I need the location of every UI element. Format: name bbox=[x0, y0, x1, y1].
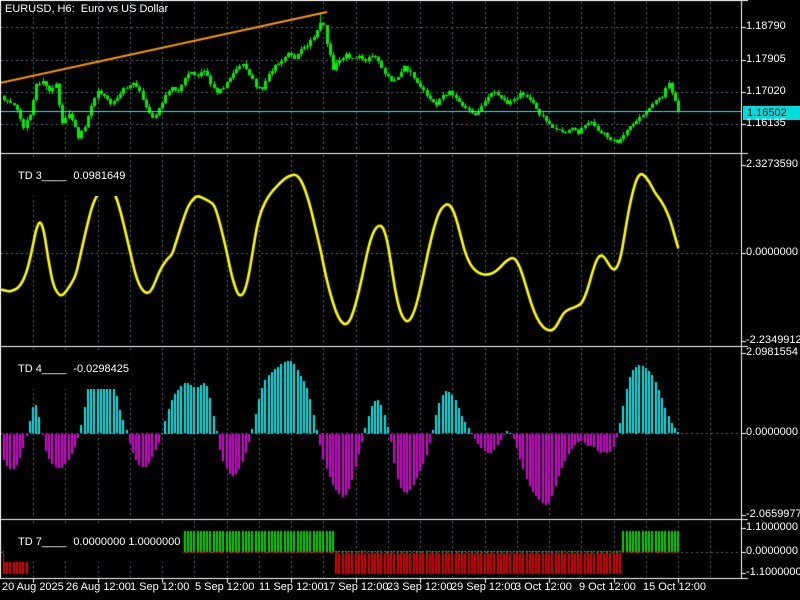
td3-indicator-name: TD 3____ bbox=[18, 170, 67, 182]
time-axis-label: 9 Oct 12:00 bbox=[579, 581, 636, 593]
td4-scale-label: 2.0981554 bbox=[746, 346, 798, 358]
time-axis-label: 5 Sep 12:00 bbox=[195, 581, 255, 593]
td4-indicator-label: TD 4____ -0.0298425 bbox=[4, 350, 132, 389]
td7-scale-label: 0.0000000 bbox=[746, 545, 798, 557]
td7-scale-label: -1.1000000 bbox=[746, 566, 800, 578]
time-axis-label: 26 Aug 12:00 bbox=[66, 581, 131, 593]
time-axis-label: 3 Oct 12:00 bbox=[515, 581, 572, 593]
chart-window: EURUSD, H6: Euro vs US Dollar TD 3____ 0.… bbox=[0, 0, 800, 600]
td4-indicator-value: -0.0298425 bbox=[73, 363, 130, 375]
price-scale-label: 1.16135 bbox=[746, 117, 786, 129]
td7-indicator-label: TD 7____ 0.0000000 1.0000000 bbox=[4, 523, 183, 562]
time-axis-label: 15 Oct 12:00 bbox=[643, 581, 706, 593]
td4-indicator-name: TD 4____ bbox=[18, 363, 67, 375]
td7-indicator-value: 0.0000000 1.0000000 bbox=[73, 536, 181, 548]
price-scale-label: 1.17020 bbox=[746, 85, 786, 97]
time-axis-label: 11 Sep 12:00 bbox=[259, 581, 324, 593]
price-scale-label: 1.17905 bbox=[746, 53, 786, 65]
td3-indicator-value: 0.0981649 bbox=[73, 170, 126, 182]
td7-indicator-name: TD 7____ bbox=[18, 536, 67, 548]
td7-scale-label: 1.1000000 bbox=[746, 521, 798, 533]
chart-title: EURUSD, H6: Euro vs US Dollar bbox=[5, 3, 169, 15]
td4-scale-label: -2.0659977 bbox=[746, 508, 800, 520]
td3-indicator-label: TD 3____ 0.0981649 bbox=[4, 157, 128, 196]
time-axis-label: 20 Aug 2025 bbox=[2, 581, 64, 593]
time-axis-label: 29 Sep 12:00 bbox=[451, 581, 517, 593]
td3-scale-label: 0.0000000 bbox=[746, 246, 798, 258]
time-axis-label: 23 Sep 12:00 bbox=[387, 581, 453, 593]
time-axis-label: 17 Sep 12:00 bbox=[323, 581, 389, 593]
td4-scale-label: 0.0000000 bbox=[746, 426, 798, 438]
time-axis-label: 1 Sep 12:00 bbox=[130, 581, 190, 593]
chart-canvas[interactable] bbox=[0, 0, 800, 600]
price-scale-label: 1.18790 bbox=[746, 20, 786, 32]
td3-scale-label: 2.3273590 bbox=[746, 158, 798, 170]
